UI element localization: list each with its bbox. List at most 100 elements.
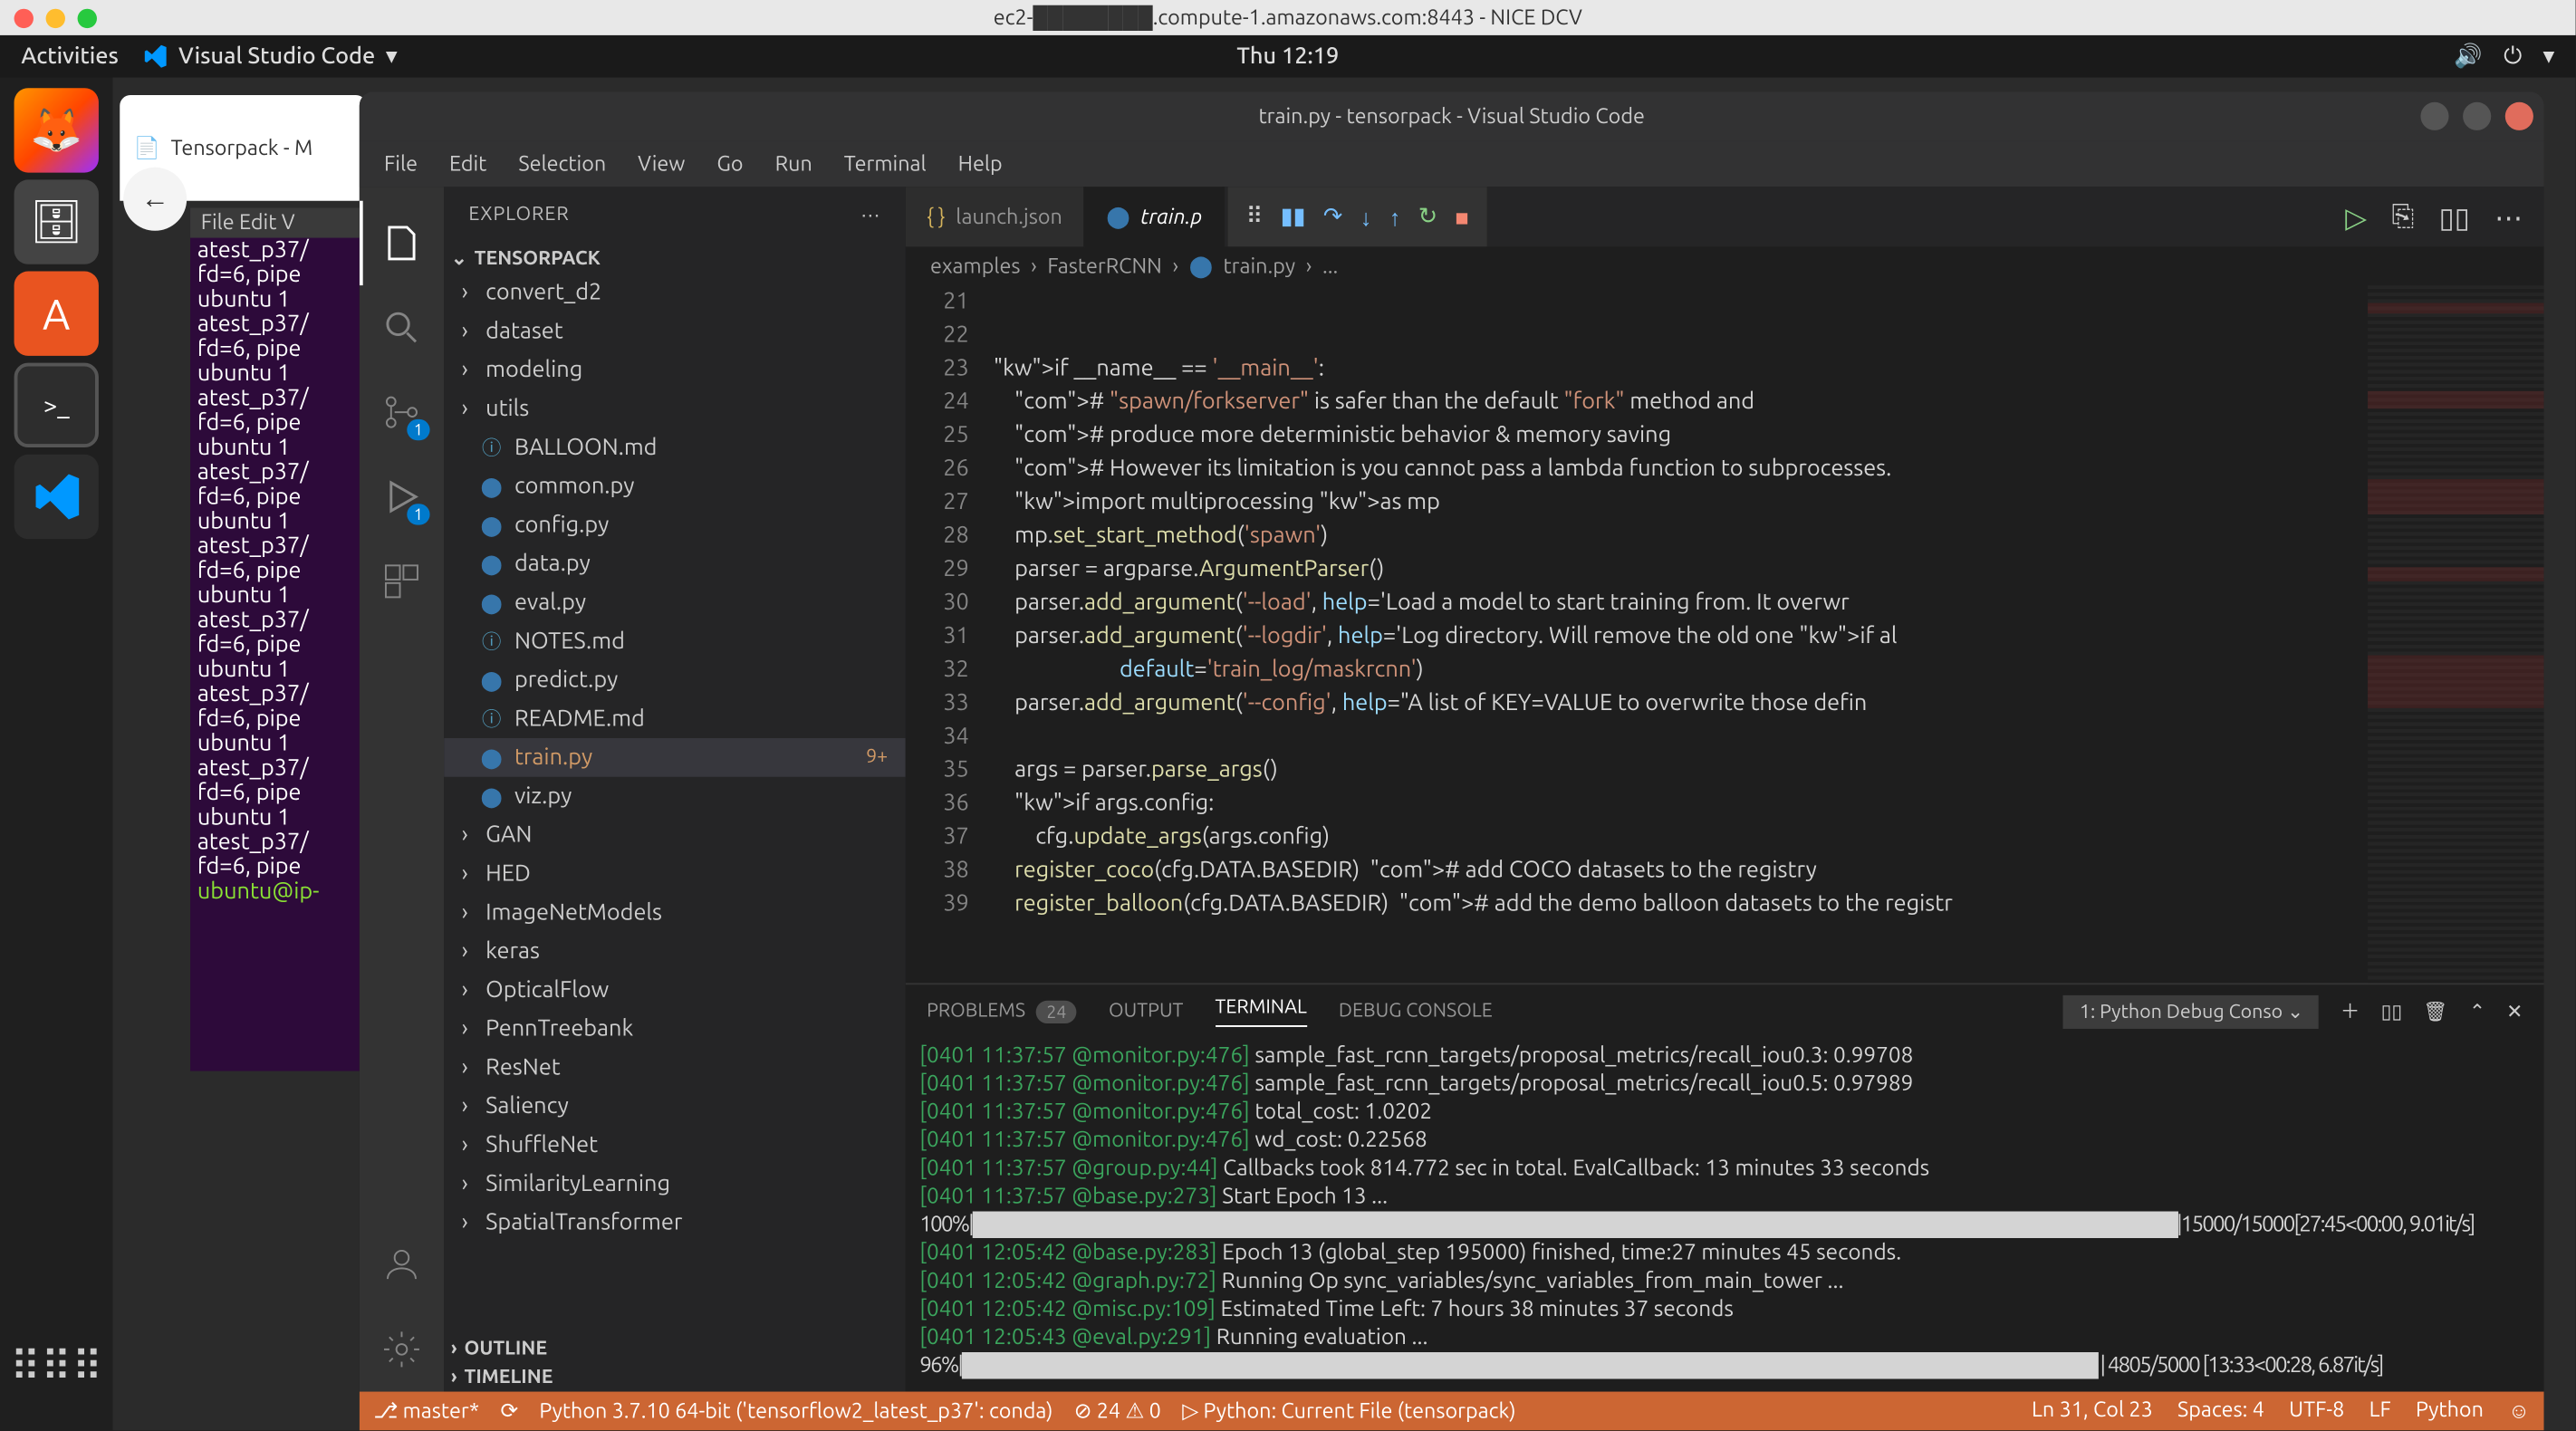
- volume-icon[interactable]: 🔊: [2454, 43, 2482, 70]
- problems-tab[interactable]: PROBLEMS24: [927, 1000, 1077, 1023]
- dock-show-apps[interactable]: ⠿⠿⠿: [14, 1325, 99, 1409]
- run-debug-icon[interactable]: 1: [360, 455, 444, 539]
- mac-zoom-button[interactable]: [78, 8, 97, 27]
- step-into-icon[interactable]: ↓: [1360, 204, 1372, 230]
- chevron-down-icon[interactable]: ▾: [2543, 43, 2555, 70]
- folder-penntreebank[interactable]: PennTreebank: [444, 1009, 906, 1048]
- folder-imagenetmodels[interactable]: ImageNetModels: [444, 893, 906, 932]
- folder-dataset[interactable]: dataset: [444, 312, 906, 351]
- menu-help[interactable]: Help: [944, 147, 1016, 180]
- split-terminal-icon[interactable]: ▯▯: [2381, 1000, 2403, 1023]
- folder-convert_d2[interactable]: convert_d2: [444, 273, 906, 312]
- eol[interactable]: LF: [2369, 1398, 2391, 1423]
- clock[interactable]: Thu 12:19: [1236, 44, 1339, 69]
- cursor-position[interactable]: Ln 31, Col 23: [2032, 1398, 2153, 1423]
- python-interpreter[interactable]: Python 3.7.10 64-bit ('tensorflow2_lates…: [539, 1399, 1053, 1422]
- outline-section[interactable]: ›OUTLINE: [444, 1335, 906, 1363]
- kill-terminal-icon[interactable]: 🗑: [2424, 1000, 2448, 1023]
- menu-terminal[interactable]: Terminal: [830, 147, 940, 180]
- folder-hed[interactable]: HED: [444, 854, 906, 893]
- code-editor[interactable]: 21222324252627282930313233343536373839 "…: [906, 285, 2544, 983]
- dock-terminal[interactable]: >_: [14, 363, 99, 447]
- step-over-icon[interactable]: ↷: [1323, 204, 1342, 230]
- file-data-py[interactable]: ⬤data.py: [444, 544, 906, 583]
- dock-firefox[interactable]: 🦊: [14, 88, 99, 172]
- debug-config[interactable]: ▷ Python: Current File (tensorpack): [1182, 1398, 1515, 1423]
- timeline-section[interactable]: ›TIMELINE: [444, 1363, 906, 1391]
- sidebar-root[interactable]: ⌄ TENSORPACK: [444, 243, 906, 273]
- menu-go[interactable]: Go: [703, 147, 757, 180]
- file-common-py[interactable]: ⬤common.py: [444, 466, 906, 505]
- indentation[interactable]: Spaces: 4: [2177, 1398, 2264, 1423]
- language-mode[interactable]: Python: [2416, 1398, 2484, 1423]
- folder-opticalflow[interactable]: OpticalFlow: [444, 971, 906, 1010]
- tab-launch-json[interactable]: { }launch.json: [906, 187, 1085, 246]
- folder-spatialtransformer[interactable]: SpatialTransformer: [444, 1203, 906, 1242]
- terminal-select[interactable]: 1: Python Debug Conso ⌄: [2063, 994, 2319, 1028]
- debug-console-tab[interactable]: DEBUG CONSOLE: [1339, 1001, 1493, 1022]
- folder-shufflenet[interactable]: ShuffleNet: [444, 1126, 906, 1165]
- file-balloon-md[interactable]: ⓘBALLOON.md: [444, 428, 906, 467]
- file-train-py[interactable]: ⬤train.py9+: [444, 738, 906, 777]
- file-config-py[interactable]: ⬤config.py: [444, 505, 906, 544]
- minimap[interactable]: [2368, 285, 2543, 983]
- file-readme-md[interactable]: ⓘREADME.md: [444, 699, 906, 738]
- maximize-panel-icon[interactable]: ⌃: [2469, 1000, 2485, 1023]
- accounts-icon[interactable]: [360, 1223, 444, 1307]
- step-out-icon[interactable]: ↑: [1389, 204, 1401, 230]
- source-control-icon[interactable]: 1: [360, 370, 444, 454]
- stop-icon[interactable]: ■: [1455, 204, 1468, 230]
- menu-view[interactable]: View: [624, 147, 699, 180]
- tab-train-py[interactable]: ⬤train.p: [1085, 187, 1225, 246]
- problems-status[interactable]: ⊘ 24 ⚠ 0: [1074, 1398, 1161, 1423]
- output-tab[interactable]: OUTPUT: [1109, 1001, 1183, 1022]
- file-notes-md[interactable]: ⓘNOTES.md: [444, 622, 906, 661]
- folder-similaritylearning[interactable]: SimilarityLearning: [444, 1165, 906, 1204]
- restart-icon[interactable]: ↻: [1418, 204, 1437, 230]
- terminal-tab[interactable]: TERMINAL: [1215, 996, 1306, 1026]
- breadcrumb[interactable]: examples › FasterRCNN › ⬤ train.py › ...: [906, 246, 2544, 285]
- menu-file[interactable]: File: [370, 147, 431, 180]
- file-viz-py[interactable]: ⬤viz.py: [444, 777, 906, 816]
- window-close-button[interactable]: [2505, 102, 2533, 130]
- dock-files[interactable]: 🗄: [14, 179, 99, 264]
- search-icon[interactable]: [360, 285, 444, 370]
- mac-close-button[interactable]: [14, 8, 34, 27]
- menu-edit[interactable]: Edit: [435, 147, 501, 180]
- settings-icon[interactable]: [360, 1307, 444, 1391]
- feedback-icon[interactable]: ☺: [2508, 1398, 2530, 1423]
- run-icon[interactable]: ▷: [2345, 200, 2367, 234]
- new-terminal-icon[interactable]: ＋: [2341, 997, 2360, 1025]
- explorer-icon[interactable]: [360, 201, 444, 285]
- folder-saliency[interactable]: Saliency: [444, 1087, 906, 1126]
- more-icon[interactable]: ⋯: [2494, 200, 2523, 234]
- browser-back-button[interactable]: ←: [123, 168, 187, 231]
- close-panel-icon[interactable]: ✕: [2506, 1000, 2523, 1023]
- split-editor-icon[interactable]: ▯▯: [2439, 200, 2470, 234]
- more-icon[interactable]: ⋯: [860, 204, 880, 226]
- mac-minimize-button[interactable]: [46, 8, 65, 27]
- dock-vscode[interactable]: [14, 455, 99, 539]
- folder-gan[interactable]: GAN: [444, 816, 906, 855]
- file-eval-py[interactable]: ⬤eval.py: [444, 583, 906, 622]
- menu-selection[interactable]: Selection: [505, 147, 620, 180]
- window-maximize-button[interactable]: [2463, 102, 2491, 130]
- debug-drag-icon[interactable]: ⠿: [1246, 204, 1264, 230]
- gedit-menubar[interactable]: File Edit V: [190, 208, 366, 238]
- menu-run[interactable]: Run: [761, 147, 826, 180]
- activities-button[interactable]: Activities: [21, 44, 119, 69]
- diff-icon[interactable]: ⎘: [2391, 200, 2414, 234]
- app-menu[interactable]: Visual Studio Code ▾: [143, 43, 397, 70]
- encoding[interactable]: UTF-8: [2289, 1398, 2344, 1423]
- pause-icon[interactable]: ▮▮: [1281, 204, 1306, 230]
- sync-icon[interactable]: ⟳: [500, 1398, 518, 1423]
- window-minimize-button[interactable]: [2420, 102, 2448, 130]
- dock-software[interactable]: A: [14, 272, 99, 356]
- extensions-icon[interactable]: [360, 539, 444, 623]
- folder-modeling[interactable]: modeling: [444, 351, 906, 389]
- folder-keras[interactable]: keras: [444, 932, 906, 971]
- folder-utils[interactable]: utils: [444, 389, 906, 428]
- git-branch[interactable]: ⎇ master*: [373, 1398, 479, 1423]
- power-icon[interactable]: ⏻: [2504, 43, 2522, 70]
- folder-resnet[interactable]: ResNet: [444, 1048, 906, 1087]
